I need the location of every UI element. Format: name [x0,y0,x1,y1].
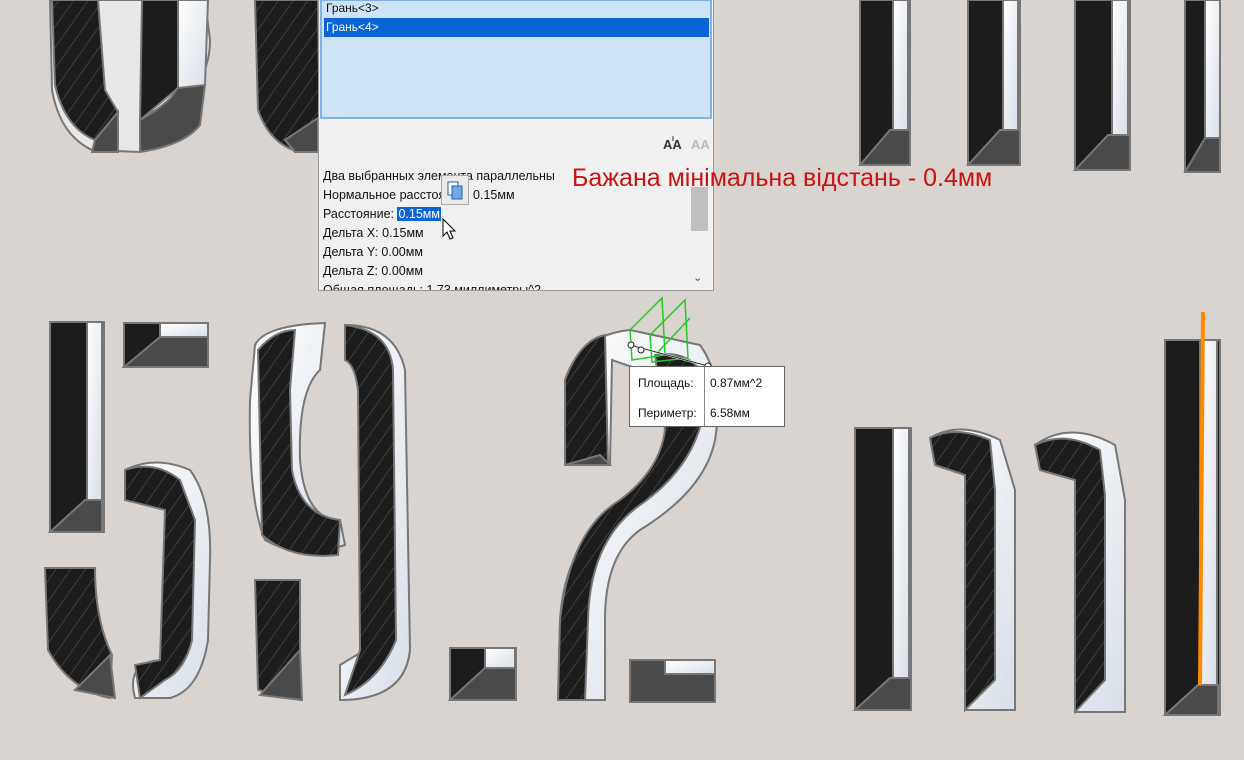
distance-label: Расстояние: [323,207,398,221]
digit-0-top [48,0,212,154]
digit-1-top-c [1072,0,1131,171]
scroll-thumb[interactable] [691,187,708,231]
result-line: Дельта X: 0.15мм [323,226,424,240]
glyph-1-bottom [47,321,105,533]
list-item[interactable]: Грань<4> [324,18,709,37]
area-value: 0.87мм^2 [710,376,763,390]
copy-icon [447,181,463,200]
measure-panel: Грань<3> Грань<4> AA AA Два выбранных эл… [318,0,714,291]
digit-1-top-a [857,0,911,166]
text-size-icon[interactable]: AA [663,135,683,154]
digit-1-top-b [965,0,1021,166]
result-line: Дельта Y: 0.00мм [323,245,423,259]
result-line: Дельта Z: 0.00мм [323,264,423,278]
perimeter-label: Периметр: [638,406,697,420]
glyph-m [852,427,1126,715]
glyph-l [1162,311,1221,716]
result-line: Расстояние: 0.15мм [323,205,693,224]
perimeter-value: 6.58мм [710,406,750,420]
result-line: Общая площадь: 1.73 миллиметры^2 [323,283,542,291]
area-label: Площадь: [638,376,694,390]
digit-1-top-d [1183,0,1221,173]
glyph-dash-top [121,322,209,368]
annotation-note: Бажана мінімальна відстань - 0.4мм [572,164,993,192]
list-item[interactable]: Грань<3> [324,0,709,18]
measure-tooltip: Площадь: 0.87мм^2 Периметр: 6.58мм [629,366,785,427]
chevron-down-icon[interactable]: ⌄ [693,271,702,284]
svg-text:AA: AA [691,137,710,151]
copy-button[interactable] [441,175,469,205]
text-size-disabled-icon[interactable]: AA [691,135,711,154]
glyph-dot [447,647,517,701]
digit-6-top [253,0,322,153]
distance-value[interactable]: 0.15мм [397,207,441,221]
mouse-cursor-icon [442,218,457,240]
glyph-9 [248,321,412,702]
selection-list[interactable]: Грань<3> Грань<4> [320,0,712,119]
